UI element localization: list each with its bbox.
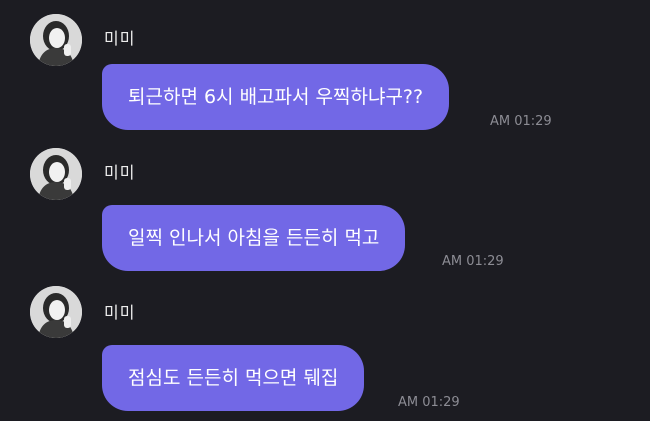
message-group: 미미 점심도 든든히 먹으면 뒈집 AM 01:29 — [0, 0, 650, 421]
avatar[interactable] — [30, 286, 82, 338]
message-bubble[interactable]: 점심도 든든히 먹으면 뒈집 — [102, 345, 365, 411]
message-time: AM 01:29 — [398, 395, 460, 410]
profile-photo-icon — [30, 286, 82, 338]
chat-thread: 미미 퇴근하면 6시 배고파서 우찍하냐구?? AM 01:29 미미 일찍 인… — [0, 0, 650, 421]
sender-name: 미미 — [104, 303, 136, 322]
